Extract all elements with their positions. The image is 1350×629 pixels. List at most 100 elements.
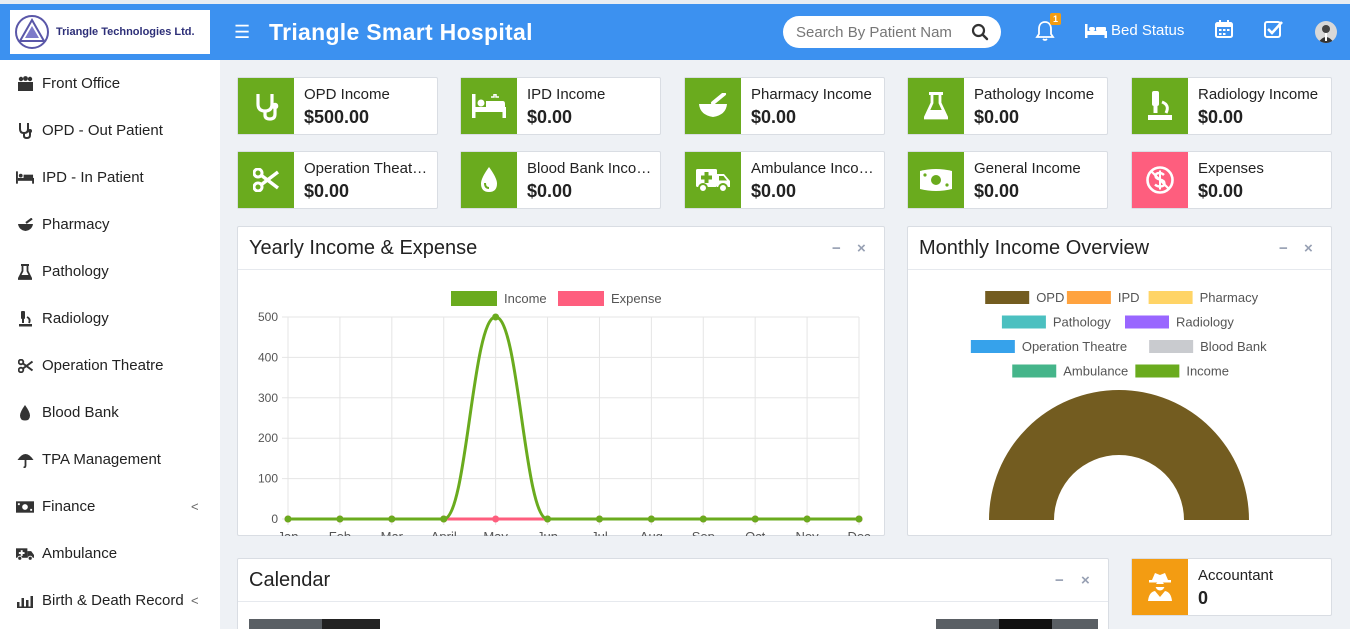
close-button[interactable]: × bbox=[1081, 572, 1090, 589]
x-tick-label: Sep bbox=[692, 529, 715, 536]
mortar-pestle-icon bbox=[685, 78, 741, 134]
logo-area[interactable]: Triangle Technologies Ltd. bbox=[0, 4, 220, 60]
income-value: $0.00 bbox=[974, 181, 1020, 201]
sidebar-item-radiology[interactable]: Radiology bbox=[0, 295, 220, 342]
bed-status-label: Bed Status bbox=[1111, 22, 1185, 39]
data-point bbox=[647, 515, 655, 523]
sidebar-item-front-office[interactable]: Front Office bbox=[0, 60, 220, 107]
accountant-label: Accountant bbox=[1198, 567, 1274, 584]
calendar-next-button[interactable] bbox=[286, 619, 322, 629]
data-point bbox=[388, 515, 396, 523]
checkbox-icon[interactable] bbox=[1264, 20, 1284, 38]
legend-swatch bbox=[970, 340, 1015, 353]
sidebar-item-ipd[interactable]: IPD - In Patient bbox=[0, 154, 220, 201]
scissors-icon bbox=[16, 357, 34, 375]
scissors-icon bbox=[238, 152, 294, 208]
opd-income-box[interactable]: OPD Income $500.00 bbox=[237, 77, 438, 135]
blood-bank-income-box[interactable]: Blood Bank Income $0.00 bbox=[460, 151, 661, 209]
radiology-income-box[interactable]: Radiology Income $0.00 bbox=[1131, 77, 1332, 135]
panel-title: Calendar bbox=[249, 569, 331, 591]
income-value: $0.00 bbox=[527, 181, 573, 201]
search-input[interactable] bbox=[796, 23, 951, 41]
x-tick-label: Jan bbox=[278, 529, 299, 536]
sidebar-item-label: TPA Management bbox=[42, 451, 161, 468]
bed-status-button[interactable]: Bed Status bbox=[1085, 22, 1184, 39]
bed-icon bbox=[1085, 23, 1107, 38]
menu-icon[interactable]: ☰ bbox=[234, 22, 250, 43]
close-button[interactable]: × bbox=[857, 240, 866, 257]
sidebar-item-blood-bank[interactable]: Blood Bank bbox=[0, 389, 220, 436]
minimize-button[interactable]: − bbox=[832, 240, 841, 257]
accountant-box[interactable]: Accountant 0 bbox=[1131, 558, 1332, 616]
income-label: Pharmacy Income bbox=[751, 86, 872, 103]
legend-label: Income bbox=[504, 291, 547, 306]
income-label: Blood Bank Income bbox=[527, 160, 655, 177]
logo[interactable]: Triangle Technologies Ltd. bbox=[10, 10, 210, 54]
sidebar-item-label: IPD - In Patient bbox=[42, 169, 144, 186]
flask-icon bbox=[908, 78, 964, 134]
ambulance-income-box[interactable]: Ambulance Income $0.00 bbox=[684, 151, 885, 209]
pharmacy-income-box[interactable]: Pharmacy Income $0.00 bbox=[684, 77, 885, 135]
sidebar-item-pathology[interactable]: Pathology bbox=[0, 248, 220, 295]
x-tick-label: Jul bbox=[591, 529, 608, 536]
close-button[interactable]: × bbox=[1304, 240, 1313, 257]
calendar-month-view-button[interactable] bbox=[936, 619, 1000, 629]
calendar-prev-button[interactable] bbox=[249, 619, 287, 629]
accountant-value: 0 bbox=[1198, 588, 1209, 608]
x-tick-label: Oct bbox=[745, 529, 766, 536]
sidebar-item-operation-theatre[interactable]: Operation Theatre bbox=[0, 342, 220, 389]
income-label: IPD Income bbox=[527, 86, 606, 103]
pathology-income-box[interactable]: Pathology Income $0.00 bbox=[907, 77, 1108, 135]
sidebar-item-label: Operation Theatre bbox=[42, 357, 164, 374]
operation-theatre-income-box[interactable]: Operation Theatre Income $0.00 bbox=[237, 151, 438, 209]
sidebar-item-finance[interactable]: Finance < bbox=[0, 483, 220, 530]
data-point bbox=[803, 515, 811, 523]
legend-swatch bbox=[1066, 291, 1111, 304]
calendar-icon[interactable] bbox=[1215, 20, 1233, 38]
income-value: $0.00 bbox=[751, 107, 797, 127]
income-label: Pathology Income bbox=[974, 86, 1095, 103]
data-point bbox=[699, 515, 707, 523]
monthly-doughnut-chart: OPD IPD Pharmacy Pathology Radiology Operatio… bbox=[970, 290, 1267, 520]
sidebar-item-ambulance[interactable]: Ambulance bbox=[0, 530, 220, 577]
tint-icon bbox=[16, 404, 34, 422]
expenses-value: $0.00 bbox=[1198, 181, 1244, 201]
minimize-button[interactable]: − bbox=[1279, 240, 1288, 257]
sidebar-item-label: Ambulance bbox=[42, 545, 118, 562]
calendar-day-view-button[interactable] bbox=[1052, 619, 1098, 629]
income-value: $0.00 bbox=[751, 181, 797, 201]
y-tick-label: 300 bbox=[258, 391, 278, 405]
sidebar: Front Office OPD - Out Patient IPD - In … bbox=[0, 60, 220, 629]
ipd-income-box[interactable]: IPD Income $0.00 bbox=[460, 77, 661, 135]
umbrella-icon bbox=[16, 451, 34, 469]
x-tick-label: April bbox=[431, 529, 457, 536]
sidebar-item-tpa-management[interactable]: TPA Management bbox=[0, 436, 220, 483]
calendar-today-button[interactable] bbox=[322, 619, 380, 629]
legend-label: Radiology bbox=[1176, 315, 1234, 330]
sidebar-item-label: Pathology bbox=[42, 263, 109, 280]
y-tick-label: 200 bbox=[258, 431, 278, 445]
doughnut-slice-opd bbox=[989, 390, 1249, 520]
sidebar-item-birth-death-record[interactable]: Birth & Death Record < bbox=[0, 577, 220, 624]
minimize-button[interactable]: − bbox=[1055, 572, 1064, 589]
sidebar-item-opd[interactable]: OPD - Out Patient bbox=[0, 107, 220, 154]
income-value: $0.00 bbox=[1198, 107, 1244, 127]
search-box bbox=[783, 16, 1001, 48]
general-income-box[interactable]: General Income $0.00 bbox=[907, 151, 1108, 209]
legend-swatch bbox=[1135, 364, 1180, 378]
legend-swatch bbox=[985, 291, 1030, 304]
data-point bbox=[855, 515, 863, 523]
legend-label: Pathology bbox=[1053, 315, 1111, 330]
y-tick-label: 0 bbox=[271, 512, 278, 526]
expenses-box[interactable]: Expenses $0.00 bbox=[1131, 151, 1332, 209]
search-icon[interactable] bbox=[971, 23, 989, 41]
stethoscope-icon bbox=[238, 78, 294, 134]
calendar-week-view-button[interactable] bbox=[999, 619, 1053, 629]
avatar[interactable] bbox=[1315, 21, 1337, 43]
sidebar-item-pharmacy[interactable]: Pharmacy bbox=[0, 201, 220, 248]
panel-title: Monthly Income Overview bbox=[919, 237, 1150, 259]
data-point bbox=[440, 515, 448, 523]
chevron-left-icon: < bbox=[191, 499, 199, 514]
legend-swatch bbox=[451, 291, 497, 306]
sidebar-item-label: OPD - Out Patient bbox=[42, 122, 163, 139]
